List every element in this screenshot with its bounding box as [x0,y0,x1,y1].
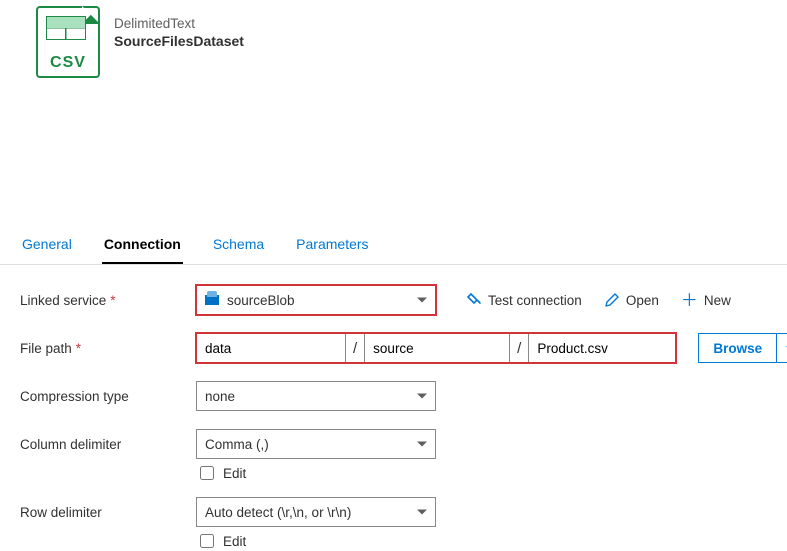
compression-type-select[interactable]: none [196,381,436,411]
chevron-down-icon [417,510,427,515]
csv-badge-text: CSV [38,54,98,72]
edit-label: Edit [223,534,246,549]
browse-dropdown-button[interactable] [777,333,787,363]
tab-parameters[interactable]: Parameters [294,228,370,264]
file-path-container-input[interactable] [196,333,346,363]
edit-label: Edit [223,466,246,481]
csv-file-icon: CSV [36,6,100,78]
linked-service-label: Linked service* [20,293,196,308]
linked-service-select[interactable]: sourceBlob [196,285,436,315]
dataset-header: CSV DelimitedText SourceFilesDataset [0,0,787,78]
chevron-down-icon [417,298,427,303]
chevron-down-icon [417,394,427,399]
new-button[interactable]: ＋ New [681,292,731,309]
path-separator: / [510,340,528,357]
file-path-label: File path* [20,341,196,356]
file-path-directory-input[interactable] [364,333,510,363]
column-delimiter-select[interactable]: Comma (,) [196,429,436,459]
dataset-name: SourceFilesDataset [114,33,244,49]
plug-icon [466,292,482,308]
compression-type-value: none [205,389,235,404]
browse-button[interactable]: Browse [698,333,777,363]
dataset-type-label: DelimitedText [114,16,244,31]
connection-form: Linked service* sourceBlob Test connecti… [0,265,787,551]
linked-service-value: sourceBlob [227,293,295,308]
column-delimiter-edit-checkbox[interactable] [200,466,214,480]
file-path-file-input[interactable] [528,333,676,363]
test-connection-button[interactable]: Test connection [466,292,582,308]
tab-connection[interactable]: Connection [102,228,183,264]
plus-icon: ＋ [681,292,698,309]
compression-type-label: Compression type [20,389,196,404]
blob-storage-icon [205,295,219,305]
column-delimiter-label: Column delimiter [20,437,196,452]
chevron-down-icon [417,442,427,447]
path-separator: / [346,340,364,357]
tab-general[interactable]: General [20,228,74,264]
row-delimiter-select[interactable]: Auto detect (\r,\n, or \r\n) [196,497,436,527]
open-button[interactable]: Open [604,292,659,308]
tab-bar: General Connection Schema Parameters [0,228,787,265]
row-delimiter-label: Row delimiter [20,505,196,520]
column-delimiter-value: Comma (,) [205,437,269,452]
pencil-icon [604,292,620,308]
tab-schema[interactable]: Schema [211,228,266,264]
row-delimiter-value: Auto detect (\r,\n, or \r\n) [205,505,351,520]
